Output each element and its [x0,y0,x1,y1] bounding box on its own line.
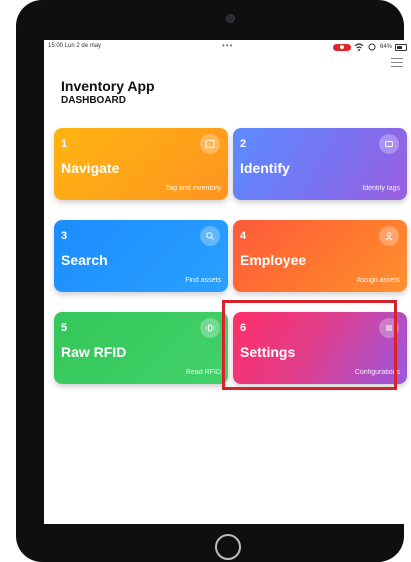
card-title: Employee [240,252,307,268]
search-icon [200,226,220,246]
app-screen: 15:00 Lun 2 de may ••• 64% Inventory App… [44,40,411,524]
map-icon [200,134,220,154]
card-subtitle: Find assets [185,277,221,284]
front-camera [226,14,235,23]
battery-icon [395,43,407,51]
card-number: 4 [240,230,247,242]
status-date: Lun 2 de may [64,43,102,49]
status-bar: 15:00 Lun 2 de may ••• 64% [44,40,411,52]
card-subtitle: Tag and inventory [165,185,221,192]
app-title: Inventory App [61,78,155,94]
card-number: 1 [61,138,68,150]
employee-card[interactable]: 4 Employee Assign assets [233,220,407,292]
card-number: 2 [240,138,247,150]
status-indicators: 64% [332,42,407,52]
hamburger-menu-icon[interactable] [391,58,403,67]
multitasking-dots[interactable]: ••• [222,41,233,50]
navigate-card[interactable]: 1 Navigate Tag and inventory [54,128,228,200]
tag-icon [379,134,399,154]
card-number: 3 [61,230,68,242]
card-title: Raw RFID [61,344,127,360]
card-title: Search [61,252,108,268]
wifi-icon [354,43,364,51]
status-time: 15:00 [48,43,64,49]
home-button[interactable] [215,534,241,560]
search-card[interactable]: 3 Search Find assets [54,220,228,292]
raw-rfid-card[interactable]: 5 Raw RFID Read RFID [54,312,228,384]
location-icon [368,43,376,51]
card-title: Navigate [61,160,120,176]
page-title: DASHBOARD [61,95,126,106]
card-title: Identify [240,160,290,176]
card-subtitle: Read RFID [185,369,221,376]
settings-highlight-box [222,300,397,390]
card-subtitle: Assign assets [356,277,400,284]
tablet-frame: 15:00 Lun 2 de may ••• 64% Inventory App… [16,0,411,562]
rfid-icon [200,318,220,338]
card-subtitle: Identify tags [362,185,400,192]
card-number: 5 [61,322,68,334]
identify-card[interactable]: 2 Identify Identify tags [233,128,407,200]
battery-percent: 64% [379,44,392,50]
person-icon [379,226,399,246]
screen-recording-icon [332,43,351,51]
status-time-date: 15:00 Lun 2 de may [48,43,101,49]
